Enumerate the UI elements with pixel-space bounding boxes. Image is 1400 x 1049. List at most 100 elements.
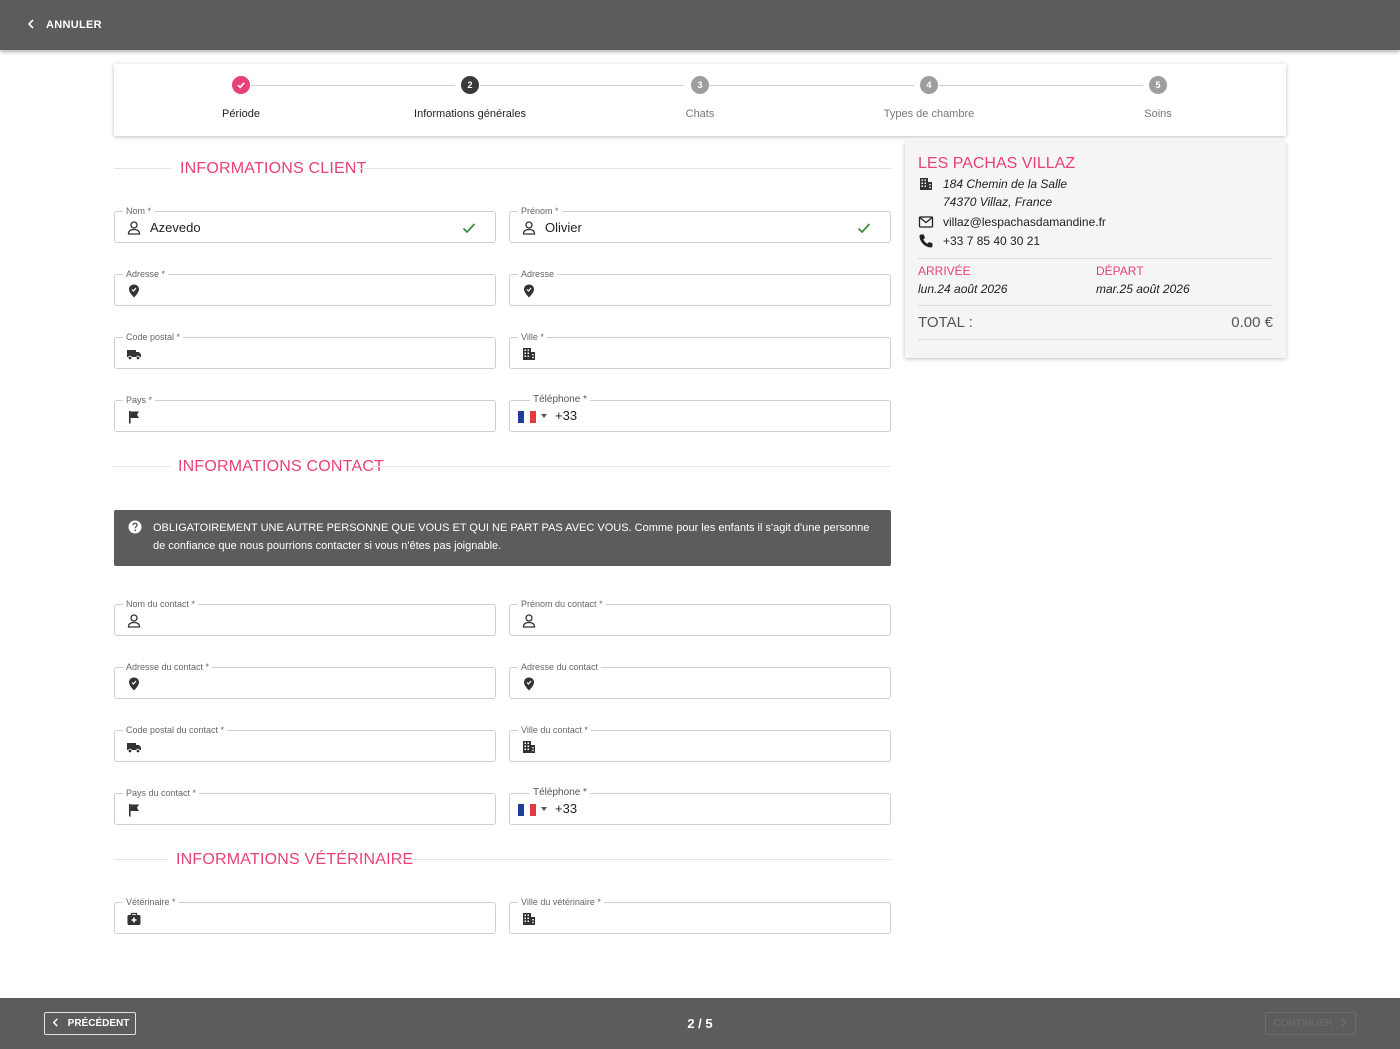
nom-field[interactable]: Nom * Azevedo <box>114 205 496 243</box>
address-line-2: 74370 Villaz, France <box>943 195 1053 209</box>
total-label: TOTAL : <box>918 314 973 331</box>
contact-prenom-field[interactable]: Prénom du contact * <box>509 598 891 636</box>
field-label: Adresse du contact <box>518 661 602 673</box>
question-icon <box>128 520 142 534</box>
divider <box>918 305 1273 306</box>
continue-button[interactable]: CONTINUER <box>1265 1012 1356 1035</box>
step-informations-generales[interactable]: 2 Informations générales <box>370 76 570 120</box>
field-label: Adresse <box>518 268 558 280</box>
field-value: +33 <box>555 408 578 423</box>
flag-icon <box>126 802 142 818</box>
field-label: Ville * <box>518 331 547 343</box>
building-icon <box>521 911 537 927</box>
field-label: Vétérinaire * <box>123 896 179 908</box>
country-flag-selector[interactable] <box>518 411 536 423</box>
email-link[interactable]: villaz@lespachasdamandine.fr <box>943 215 1106 229</box>
step-chats[interactable]: 3 Chats <box>600 76 800 120</box>
step-types-de-chambre[interactable]: 4 Types de chambre <box>829 76 1029 120</box>
flag-icon <box>126 409 142 425</box>
field-label: Ville du vétérinaire * <box>518 896 604 908</box>
field-label: Code postal du contact * <box>123 724 228 736</box>
phone-icon <box>918 233 934 249</box>
departure-label: DÉPART <box>1096 264 1144 278</box>
field-value: Olivier <box>545 220 582 235</box>
user-icon <box>126 613 142 629</box>
chevron-right-icon <box>1339 1017 1348 1030</box>
telephone-field[interactable]: Téléphone * +33 <box>509 394 891 432</box>
contact-ville-field[interactable]: Ville du contact * <box>509 724 891 762</box>
booking-summary-card: LES PACHAS VILLAZ 184 Chemin de la Salle… <box>905 142 1286 358</box>
truck-icon <box>126 346 142 362</box>
departure-value: mar.25 août 2026 <box>1096 282 1190 296</box>
field-label: Pays du contact * <box>123 787 200 799</box>
building-icon <box>521 346 537 362</box>
code-postal-field[interactable]: Code postal * <box>114 331 496 369</box>
contact-adresse-2-field[interactable]: Adresse du contact <box>509 661 891 699</box>
field-label: Adresse du contact * <box>123 661 213 673</box>
section-title: INFORMATIONS CLIENT <box>180 160 367 177</box>
adresse-2-field[interactable]: Adresse <box>509 268 891 306</box>
step-periode[interactable]: Période <box>141 76 341 120</box>
location-pin-icon <box>521 676 537 692</box>
contact-notice: OBLIGATOIREMENT UNE AUTRE PERSONNE QUE V… <box>114 510 891 566</box>
veterinaire-field[interactable]: Vétérinaire * <box>114 896 496 934</box>
divider <box>372 466 891 467</box>
field-label: Adresse * <box>123 268 169 280</box>
section-client: INFORMATIONS CLIENT <box>114 160 891 180</box>
location-pin-icon <box>126 283 142 299</box>
check-icon <box>232 76 250 94</box>
divider <box>358 168 891 169</box>
step-number: 3 <box>691 76 709 94</box>
field-label: Nom du contact * <box>123 598 199 610</box>
chevron-left-icon <box>26 18 36 32</box>
field-label: Téléphone * <box>530 787 590 799</box>
user-icon <box>521 613 537 629</box>
stepper: Période 2 Informations générales 3 Chats… <box>114 64 1286 136</box>
arrival-label: ARRIVÉE <box>918 264 971 278</box>
top-bar: ANNULER <box>0 0 1400 50</box>
section-contact: INFORMATIONS CONTACT <box>114 458 891 478</box>
divider <box>114 466 170 467</box>
step-soins[interactable]: 5 Soins <box>1058 76 1258 120</box>
cancel-label: ANNULER <box>46 19 102 31</box>
step-number: 2 <box>461 76 479 94</box>
adresse-field[interactable]: Adresse * <box>114 268 496 306</box>
field-label: Téléphone * <box>530 394 590 406</box>
email-row: villaz@lespachasdamandine.fr <box>918 214 1106 230</box>
total-value: 0.00 € <box>1231 314 1273 331</box>
veterinaire-ville-field[interactable]: Ville du vétérinaire * <box>509 896 891 934</box>
contact-pays-field[interactable]: Pays du contact * <box>114 787 496 825</box>
pays-field[interactable]: Pays * <box>114 394 496 432</box>
divider <box>918 339 1273 340</box>
contact-telephone-field[interactable]: Téléphone * +33 <box>509 787 891 825</box>
caret-down-icon <box>541 807 547 811</box>
prenom-field[interactable]: Prénom * Olivier <box>509 205 891 243</box>
caret-down-icon <box>541 414 547 418</box>
truck-icon <box>126 739 142 755</box>
phone-link[interactable]: +33 7 85 40 30 21 <box>943 234 1040 248</box>
user-icon <box>521 220 537 236</box>
establishment-name: LES PACHAS VILLAZ <box>918 155 1076 172</box>
divider <box>918 258 1273 259</box>
step-number: 5 <box>1149 76 1167 94</box>
notice-text: OBLIGATOIREMENT UNE AUTRE PERSONNE QUE V… <box>153 522 870 552</box>
divider <box>114 859 168 860</box>
mail-icon <box>918 214 934 230</box>
field-label: Prénom * <box>518 205 562 217</box>
phone-row: +33 7 85 40 30 21 <box>918 233 1040 249</box>
ville-field[interactable]: Ville * <box>509 331 891 369</box>
address-line-1: 184 Chemin de la Salle <box>918 176 1067 192</box>
step-counter: 2 / 5 <box>687 1016 713 1031</box>
cancel-button[interactable]: ANNULER <box>26 18 102 32</box>
medical-bag-icon <box>126 911 142 927</box>
field-label: Ville du contact * <box>518 724 591 736</box>
contact-nom-field[interactable]: Nom du contact * <box>114 598 496 636</box>
contact-code-postal-field[interactable]: Code postal du contact * <box>114 724 496 762</box>
country-flag-selector[interactable] <box>518 804 536 816</box>
field-label: Code postal * <box>123 331 184 343</box>
contact-adresse-field[interactable]: Adresse du contact * <box>114 661 496 699</box>
field-label: Prénom du contact * <box>518 598 606 610</box>
section-title: INFORMATIONS CONTACT <box>178 458 385 475</box>
building-icon <box>521 739 537 755</box>
step-label: Types de chambre <box>883 108 975 120</box>
